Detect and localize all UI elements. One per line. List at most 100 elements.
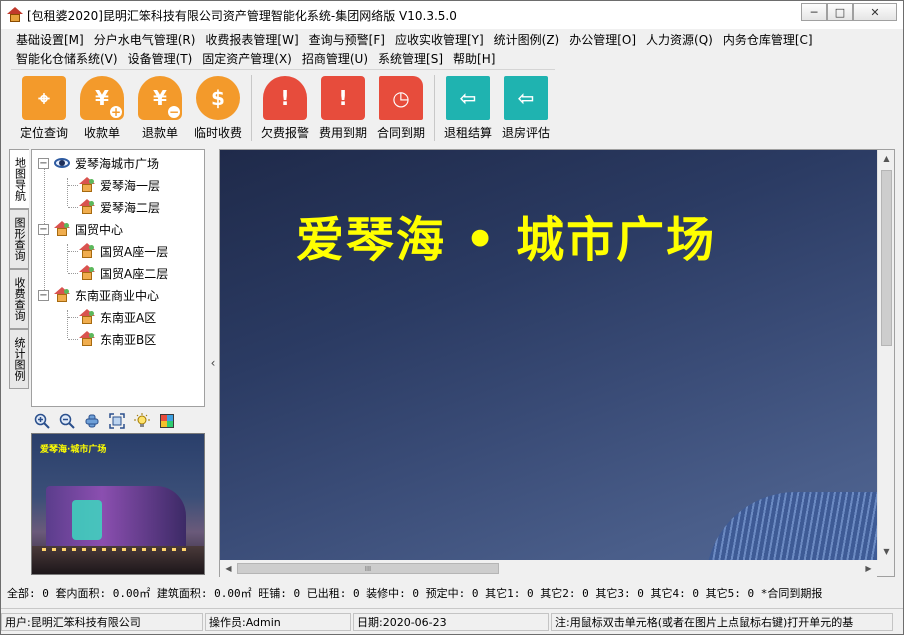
horizontal-scrollbar[interactable]: ◀ III ▶ xyxy=(220,560,877,577)
menu-system[interactable]: 系统管理[S] xyxy=(373,50,448,67)
horizontal-scroll-thumb[interactable]: III xyxy=(237,563,499,574)
tree-node-trade-center[interactable]: − 国贸中心 xyxy=(32,218,204,240)
tool-label: 临时收费 xyxy=(193,126,242,140)
tab-map-nav[interactable]: 地图导航 xyxy=(9,149,29,209)
house-icon xyxy=(53,287,71,303)
fit-icon[interactable] xyxy=(108,412,126,430)
tool-label: 费用到期 xyxy=(318,126,367,140)
house-icon xyxy=(78,309,96,325)
status-user: 用户:昆明汇笨科技有限公司 xyxy=(1,612,203,631)
menu-row-1: 基础设置[M] 分户水电气管理(R) 收费报表管理[W] 查询与预警[F] 应收… xyxy=(11,30,903,49)
vertical-scroll-thumb[interactable] xyxy=(881,170,892,346)
map-pin-icon: ⌖ xyxy=(22,76,66,120)
menu-basic-settings[interactable]: 基础设置[M] xyxy=(11,31,89,48)
main-toolbar: ⌖ 定位查询 ¥ + 收款单 ¥ − 退款单 $ 临时收费 ! 欠费报警 ! 费用到… xyxy=(11,69,555,145)
panel-splitter[interactable]: ‹ xyxy=(208,149,218,577)
zoom-in-icon[interactable] xyxy=(33,412,51,430)
pan-icon[interactable] xyxy=(83,412,101,430)
tool-label: 退房评估 xyxy=(501,126,550,140)
thumbnail-title: 爱琴海·城市广场 xyxy=(40,445,107,455)
property-image[interactable]: 爱琴海 • 城市广场 xyxy=(220,150,877,560)
tree-leaf[interactable]: 国贸A座一层 xyxy=(32,240,204,262)
house-icon xyxy=(78,243,96,259)
tool-label: 退租结算 xyxy=(443,126,492,140)
menu-fee-reports[interactable]: 收费报表管理[W] xyxy=(200,31,303,48)
menu-utilities[interactable]: 分户水电气管理(R) xyxy=(89,31,201,48)
lease-settlement-button[interactable]: ⇦ 退租结算 xyxy=(439,73,497,145)
menu-statistics[interactable]: 统计图例(Z) xyxy=(489,31,565,48)
fee-due-button[interactable]: ! 费用到期 xyxy=(314,73,372,145)
tree-node-aegean[interactable]: − 爱琴海城市广场 xyxy=(32,152,204,174)
locate-query-button[interactable]: ⌖ 定位查询 xyxy=(15,73,73,145)
collapse-toggle[interactable]: − xyxy=(38,157,49,169)
menu-warehouse[interactable]: 内务仓库管理[C] xyxy=(718,31,818,48)
tree-leaf-label: 东南亚B区 xyxy=(100,332,157,347)
house-icon xyxy=(78,265,96,281)
tree-leaf[interactable]: 爱琴海一层 xyxy=(32,174,204,196)
app-house-icon xyxy=(7,7,23,23)
menu-receivables[interactable]: 应收实收管理[Y] xyxy=(390,31,489,48)
menu-smart-storage[interactable]: 智能化仓储系统(V) xyxy=(11,50,123,67)
contract-due-button[interactable]: ◷ 合同到期 xyxy=(372,73,430,145)
toolbar-separator xyxy=(251,75,252,141)
tree-leaf[interactable]: 爱琴海二层 xyxy=(32,196,204,218)
layers-icon[interactable] xyxy=(158,412,176,430)
tree-node-label: 爱琴海城市广场 xyxy=(75,156,160,171)
tool-label: 退款单 xyxy=(141,126,178,140)
scroll-right-icon[interactable]: ▶ xyxy=(860,560,877,577)
tab-statistics[interactable]: 统计图例 xyxy=(9,329,29,389)
exit-icon: ⇦ xyxy=(446,76,490,120)
scroll-up-icon[interactable]: ▲ xyxy=(878,150,895,167)
tree-node-southeast-asia[interactable]: − 东南亚商业中心 xyxy=(32,284,204,306)
arrears-alert-button[interactable]: ! 欠费报警 xyxy=(256,73,314,145)
temp-fee-button[interactable]: $ 临时收费 xyxy=(189,73,247,145)
title-bar[interactable]: [包租婆2020]昆明汇笨科技有限公司资产管理智能化系统-集团网络版 V10.3… xyxy=(1,1,903,29)
menu-help[interactable]: 帮助[H] xyxy=(448,50,500,67)
tree-leaf-label: 国贸A座二层 xyxy=(100,266,169,281)
document-clock-icon: ◷ xyxy=(379,76,423,120)
tree-leaf[interactable]: 东南亚A区 xyxy=(32,306,204,328)
map-toolbar xyxy=(33,411,176,431)
side-tabs: 地图导航 图形查询 收费查询 统计图例 xyxy=(9,149,31,389)
scroll-down-icon[interactable]: ▼ xyxy=(878,543,895,560)
yen-minus-icon: ¥ − xyxy=(138,76,182,120)
tool-label: 定位查询 xyxy=(19,126,68,140)
thumbnail-building xyxy=(46,486,186,548)
refund-button[interactable]: ¥ − 退款单 xyxy=(131,73,189,145)
menu-office[interactable]: 办公管理[O] xyxy=(564,31,641,48)
tree-leaf[interactable]: 东南亚B区 xyxy=(32,328,204,350)
chevron-left-icon[interactable]: ‹ xyxy=(211,356,216,370)
menu-equipment[interactable]: 设备管理(T) xyxy=(123,50,198,67)
map-thumbnail[interactable]: 爱琴海·城市广场 xyxy=(31,433,205,575)
menu-bar: 基础设置[M] 分户水电气管理(R) 收费报表管理[W] 查询与预警[F] 应收… xyxy=(1,30,903,68)
house-icon xyxy=(78,331,96,347)
menu-leasing[interactable]: 招商管理(U) xyxy=(297,50,373,67)
property-title: 爱琴海 • 城市广场 xyxy=(296,212,717,268)
collapse-toggle[interactable]: − xyxy=(38,289,49,301)
minimize-button[interactable]: ─ xyxy=(801,3,827,21)
menu-fixed-assets[interactable]: 固定资产管理(X) xyxy=(197,50,297,67)
menu-query-alert[interactable]: 查询与预警[F] xyxy=(304,31,390,48)
tab-graphic-query[interactable]: 图形查询 xyxy=(9,209,29,269)
receipt-button[interactable]: ¥ + 收款单 xyxy=(73,73,131,145)
scroll-left-icon[interactable]: ◀ xyxy=(220,560,237,577)
clock-dollar-icon: $ xyxy=(196,76,240,120)
maximize-button[interactable]: □ xyxy=(827,3,853,21)
tree-leaf-label: 国贸A座一层 xyxy=(100,244,169,259)
checkout-assess-button[interactable]: ⇦ 退房评估 xyxy=(497,73,555,145)
zoom-out-icon[interactable] xyxy=(58,412,76,430)
close-button[interactable]: ✕ xyxy=(853,3,897,21)
tab-fee-query[interactable]: 收费查询 xyxy=(9,269,29,329)
tree-leaf[interactable]: 国贸A座二层 xyxy=(32,262,204,284)
menu-hr[interactable]: 人力资源(Q) xyxy=(641,31,718,48)
collapse-toggle[interactable]: − xyxy=(38,223,49,235)
stats-summary: 全部: 0 套内面积: 0.00㎡ 建筑面积: 0.00㎡ 旺铺: 0 已出租:… xyxy=(7,587,823,600)
yen-add-icon: ¥ + xyxy=(80,76,124,120)
light-icon[interactable] xyxy=(133,412,151,430)
tool-label: 欠费报警 xyxy=(260,126,309,140)
vertical-scrollbar[interactable]: ▲ ▼ xyxy=(877,150,894,560)
thumbnail-sign xyxy=(72,500,102,540)
property-tree: − 爱琴海城市广场 爱琴海一层 爱琴海二层 − 国贸中心 国贸A座一层 国贸A座… xyxy=(31,149,205,407)
menu-row-2: 智能化仓储系统(V) 设备管理(T) 固定资产管理(X) 招商管理(U) 系统管… xyxy=(11,49,903,68)
window-controls: ─ □ ✕ xyxy=(801,3,897,21)
